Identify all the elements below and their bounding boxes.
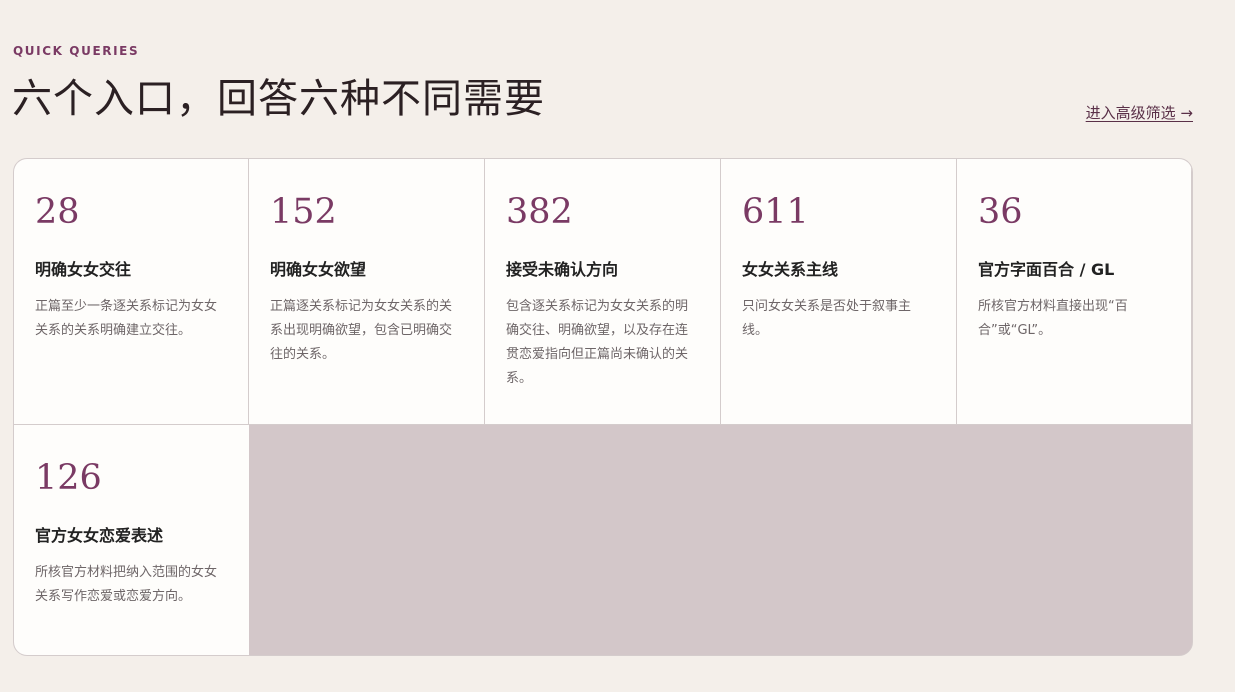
card-count: 126 xyxy=(35,458,102,498)
query-card-official-yuri-gl[interactable]: 36 官方字面百合 / GL 所核官方材料直接出现“百合”或“GL”。 xyxy=(957,159,1192,425)
query-card-unconfirmed-direction[interactable]: 382 接受未确认方向 包含逐关系标记为女女关系的明确交往、明确欲望，以及存在连… xyxy=(485,159,721,425)
card-description: 正篇至少一条逐关系标记为女女关系的关系明确建立交往。 xyxy=(35,299,218,338)
card-count: 152 xyxy=(270,192,337,232)
query-card-grid: 28 明确女女交往 正篇至少一条逐关系标记为女女关系的关系明确建立交往。 152… xyxy=(13,158,1193,656)
section-eyebrow: QUICK QUERIES xyxy=(13,44,140,58)
query-card-explicit-desire[interactable]: 152 明确女女欲望 正篇逐关系标记为女女关系的关系出现明确欲望，包含已明确交往… xyxy=(249,159,485,425)
card-title: 官方女女恋爱表述 xyxy=(35,526,164,545)
query-card-official-romance[interactable]: 126 官方女女恋爱表述 所核官方材料把纳入范围的女女关系写作恋爱或恋爱方向。 xyxy=(14,425,249,655)
card-title: 女女关系主线 xyxy=(742,260,839,279)
card-title: 明确女女交往 xyxy=(35,260,132,279)
card-description: 包含逐关系标记为女女关系的明确交往、明确欲望，以及存在连贯恋爱指向但正篇尚未确认… xyxy=(506,299,689,386)
card-description: 正篇逐关系标记为女女关系的关系出现明确欲望，包含已明确交往的关系。 xyxy=(270,299,453,362)
query-card-main-storyline[interactable]: 611 女女关系主线 只问女女关系是否处于叙事主线。 xyxy=(721,159,957,425)
card-description: 所核官方材料把纳入范围的女女关系写作恋爱或恋爱方向。 xyxy=(35,565,218,604)
card-count: 382 xyxy=(506,192,573,232)
card-count: 36 xyxy=(978,192,1023,232)
card-description: 只问女女关系是否处于叙事主线。 xyxy=(742,299,912,338)
card-count: 28 xyxy=(35,192,80,232)
card-title: 明确女女欲望 xyxy=(270,260,367,279)
page-title: 六个入口，回答六种不同需要 xyxy=(12,76,545,122)
card-description: 所核官方材料直接出现“百合”或“GL”。 xyxy=(978,299,1128,338)
query-card-explicit-dating[interactable]: 28 明确女女交往 正篇至少一条逐关系标记为女女关系的关系明确建立交往。 xyxy=(14,159,249,425)
card-count: 611 xyxy=(742,192,809,232)
card-title: 接受未确认方向 xyxy=(506,260,619,279)
card-title: 官方字面百合 / GL xyxy=(978,260,1115,279)
advanced-filter-link[interactable]: 进入高级筛选 → xyxy=(1086,102,1193,123)
